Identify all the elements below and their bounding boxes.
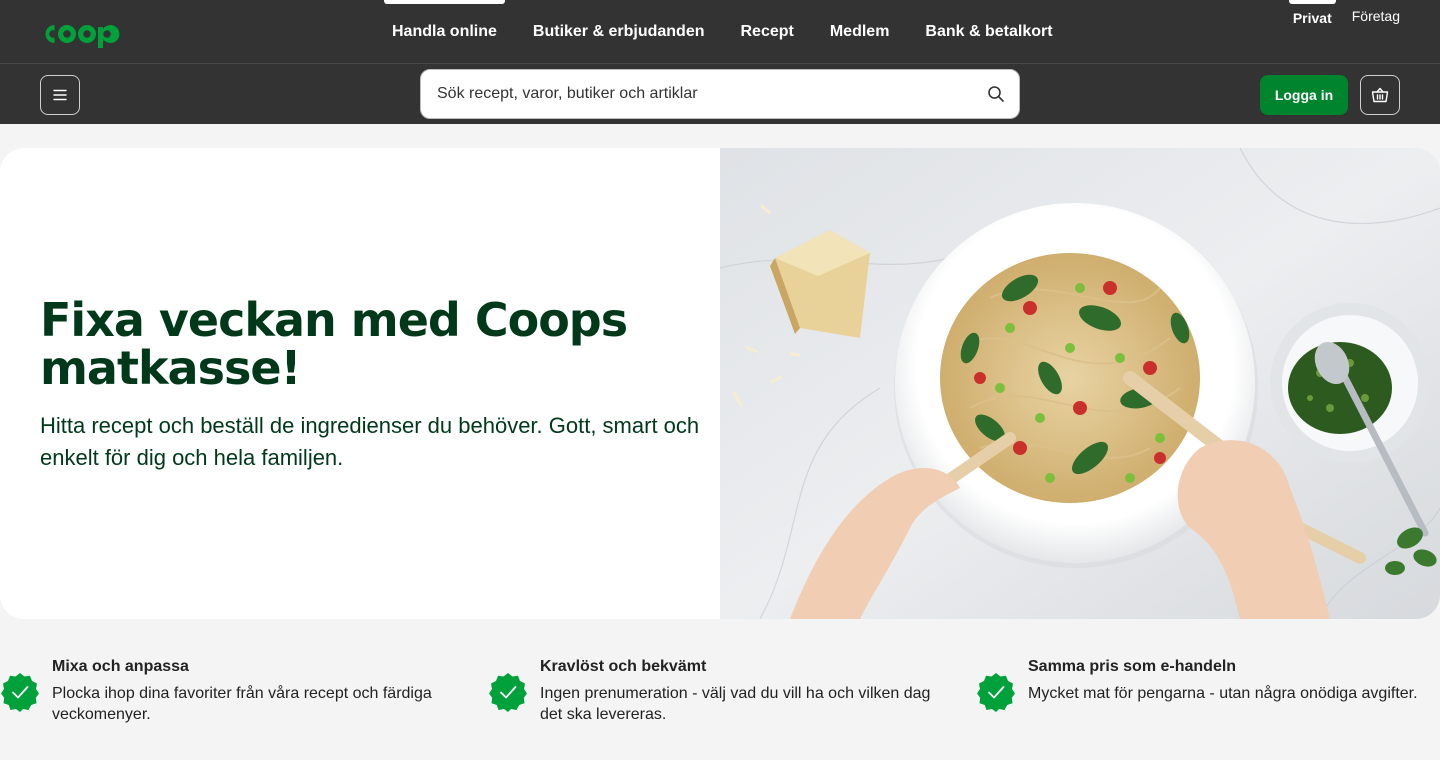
search-box bbox=[420, 69, 1020, 119]
hamburger-icon bbox=[53, 89, 67, 101]
main-navigation: Handla online Butiker & erbjudanden Rece… bbox=[374, 0, 1071, 63]
check-badge-icon bbox=[1, 673, 39, 712]
check-badge-icon bbox=[489, 673, 527, 712]
feature-list: Mixa och anpassa Plocka ihop dina favori… bbox=[0, 656, 1440, 736]
nav-bank-betalkort[interactable]: Bank & betalkort bbox=[907, 0, 1070, 63]
nav-butiker-erbjudanden[interactable]: Butiker & erbjudanden bbox=[515, 0, 723, 63]
check-badge-icon bbox=[977, 673, 1015, 712]
basket-icon bbox=[1371, 87, 1389, 103]
feature-title: Kravlöst och bekvämt bbox=[540, 658, 707, 675]
basket-button[interactable] bbox=[1360, 75, 1400, 115]
hero-text: Fixa veckan med Coops matkasse! Hitta re… bbox=[40, 296, 700, 474]
feature-title: Mixa och anpassa bbox=[52, 658, 189, 675]
search-bar-row: Logga in bbox=[0, 63, 1440, 124]
search-input[interactable] bbox=[437, 70, 977, 118]
segment-foretag[interactable]: Företag bbox=[1352, 0, 1400, 40]
segment-switcher: Privat Företag bbox=[1288, 0, 1400, 40]
menu-button[interactable] bbox=[40, 75, 80, 115]
feature-description: Mycket mat för pengarna - utan några onö… bbox=[1028, 685, 1418, 702]
feature-title: Samma pris som e-handeln bbox=[1028, 658, 1237, 675]
hero-subtitle: Hitta recept och beställ de ingredienser… bbox=[40, 413, 700, 470]
hero-banner[interactable]: Fixa veckan med Coops matkasse! Hitta re… bbox=[0, 148, 1440, 619]
coop-logo[interactable] bbox=[40, 18, 132, 50]
feature-description: Ingen prenumeration - välj vad du vill h… bbox=[540, 685, 931, 723]
pasta-plate-photo bbox=[720, 148, 1440, 619]
search-icon[interactable] bbox=[987, 85, 1005, 103]
hero-title: Fixa veckan med Coops matkasse! bbox=[40, 293, 628, 395]
segment-privat[interactable]: Privat bbox=[1288, 0, 1336, 40]
login-button[interactable]: Logga in bbox=[1260, 75, 1348, 115]
top-navigation-bar: Handla online Butiker & erbjudanden Rece… bbox=[0, 0, 1440, 63]
nav-recept[interactable]: Recept bbox=[722, 0, 811, 63]
nav-handla-online[interactable]: Handla online bbox=[374, 0, 515, 63]
nav-medlem[interactable]: Medlem bbox=[812, 0, 908, 63]
feature-description: Plocka ihop dina favoriter från våra rec… bbox=[52, 685, 432, 723]
